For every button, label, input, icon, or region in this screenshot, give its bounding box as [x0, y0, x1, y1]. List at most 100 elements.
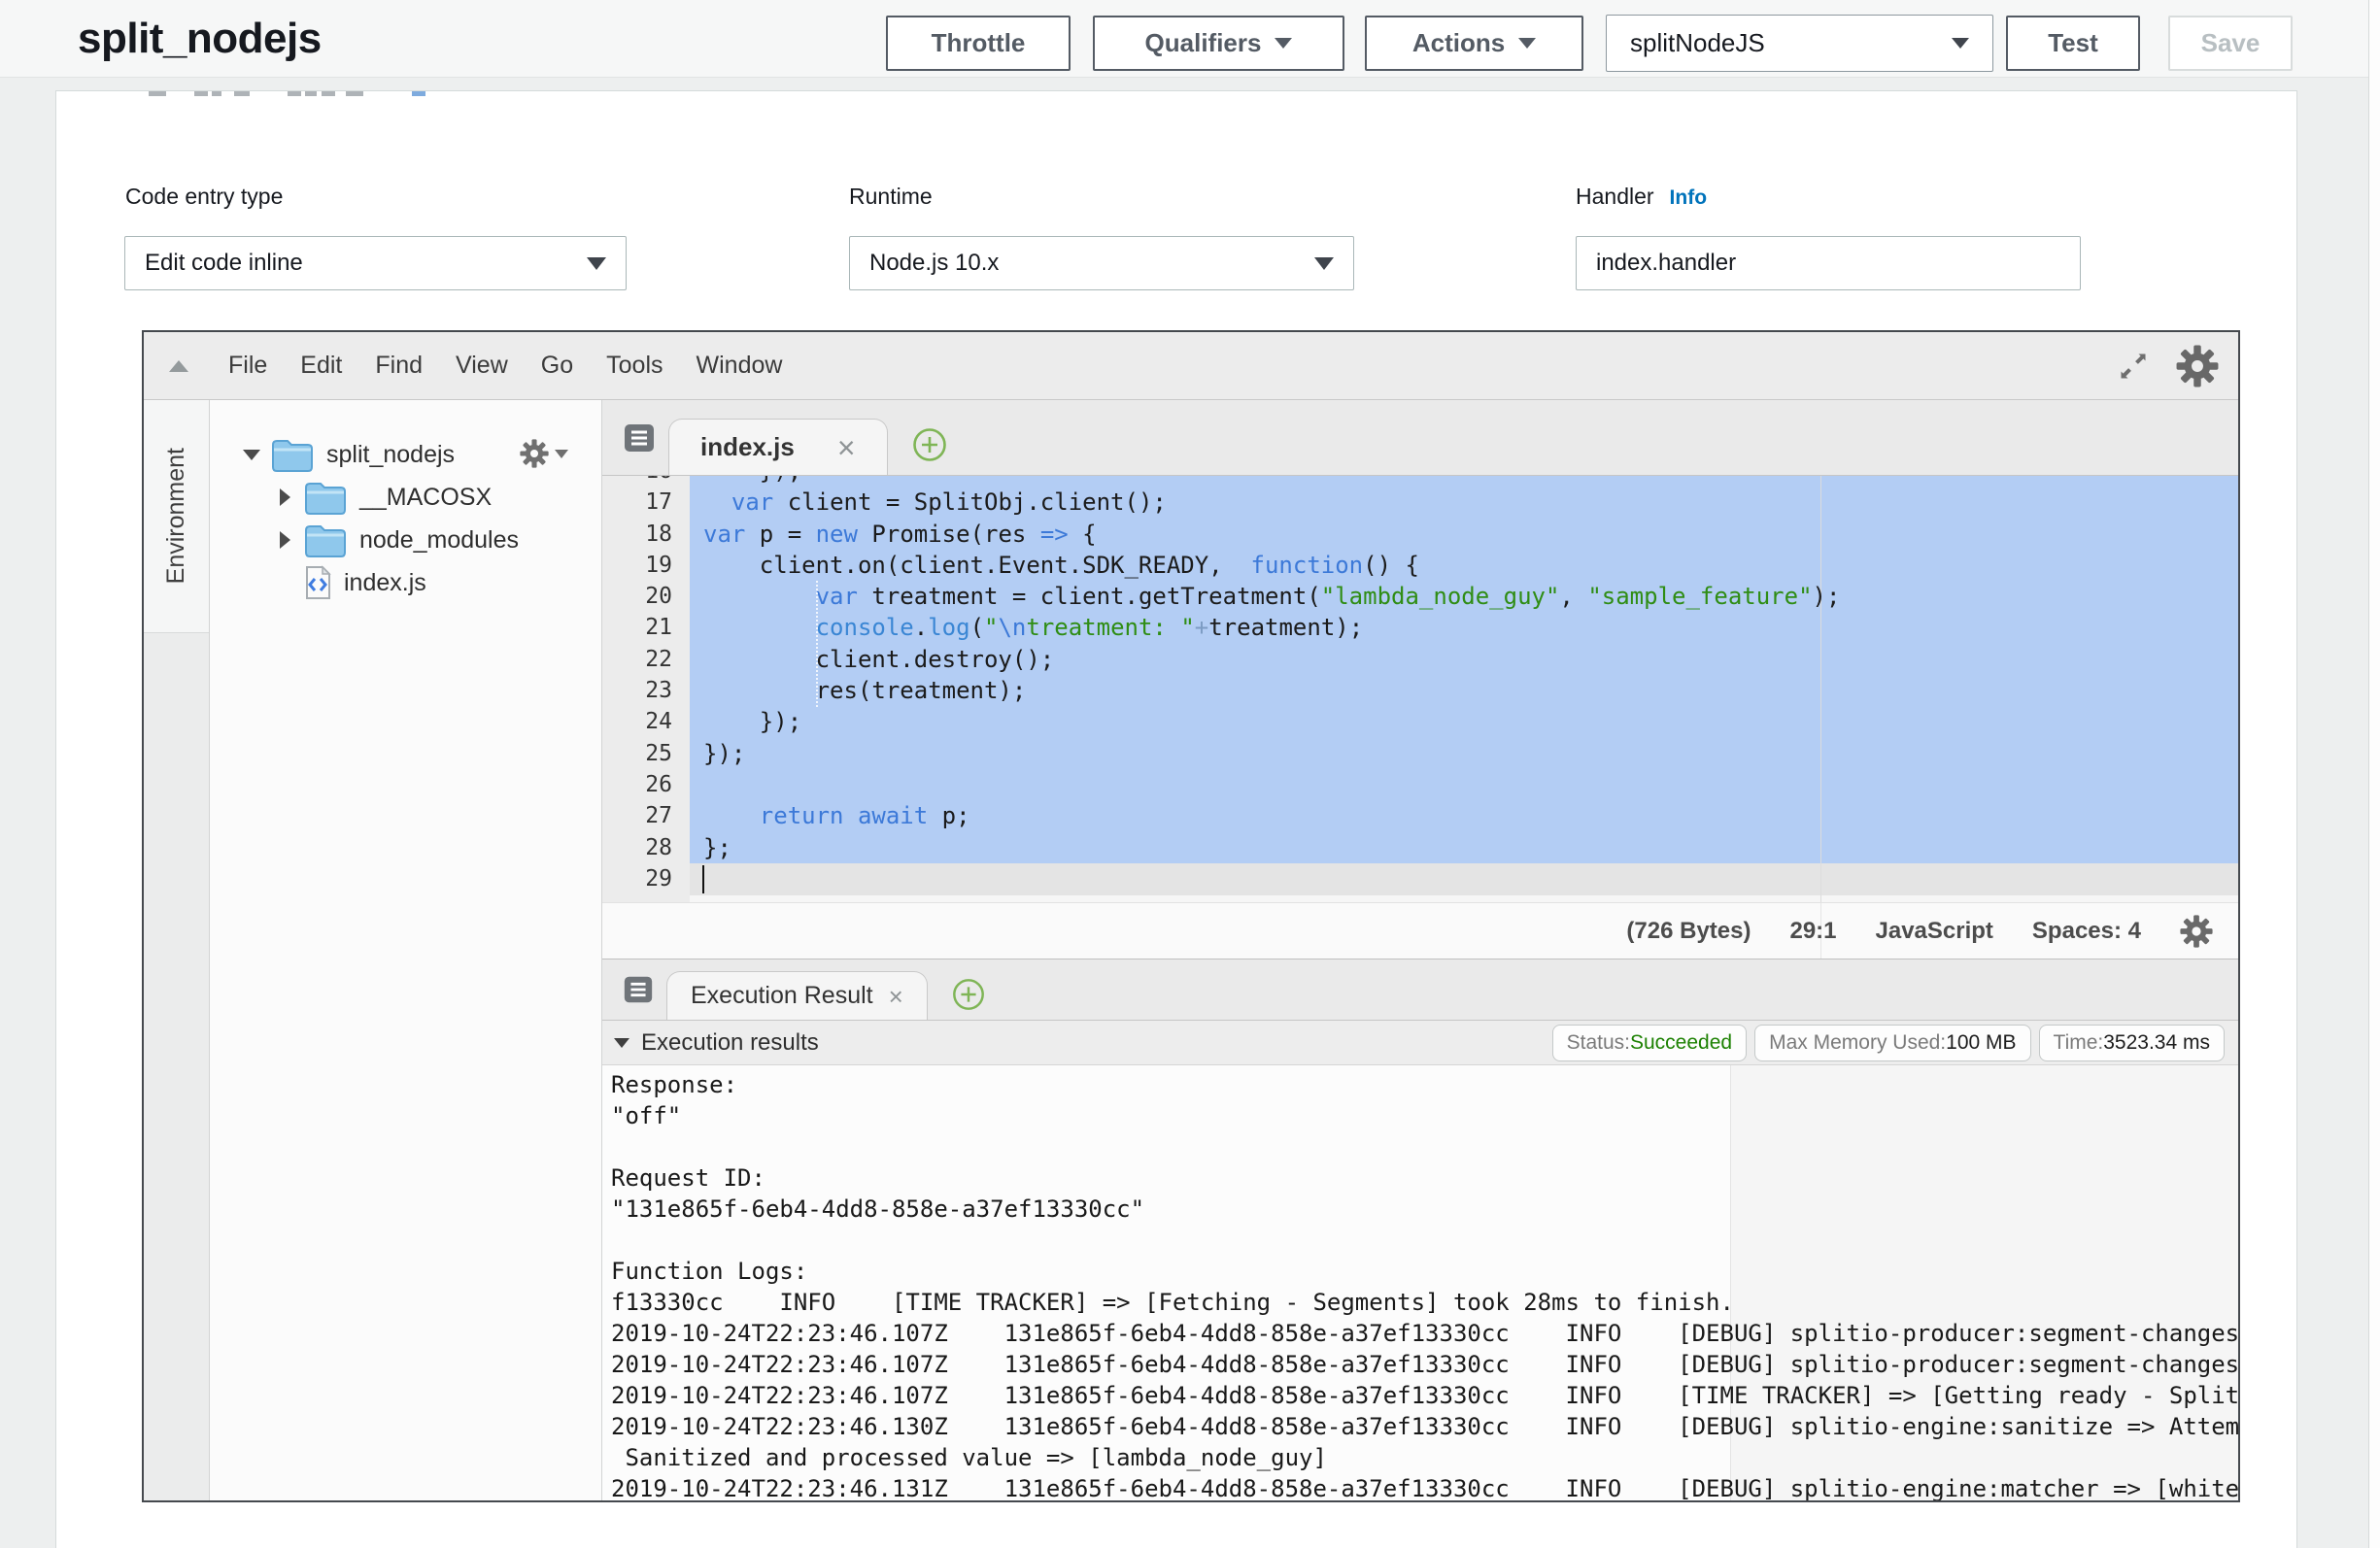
code-tabbar: index.js ×	[602, 400, 2238, 476]
log-line: 2019-10-24T22:23:46.107Z 131e865f-6eb4-4…	[611, 1318, 2238, 1349]
gutter-line-number[interactable]: 25	[602, 738, 690, 769]
menu-item-view[interactable]: View	[439, 352, 525, 380]
menubar-items: FileEditFindViewGoToolsWindow	[212, 352, 799, 380]
expand-caret-icon[interactable]	[272, 531, 297, 549]
environment-tab[interactable]: Environment	[144, 400, 209, 633]
code-line-20: var treatment = client.getTreatment("lam…	[703, 581, 2238, 612]
gutter-line-number[interactable]: 22	[602, 644, 690, 675]
chevron-down-icon	[1952, 38, 1969, 49]
gutter-line-number[interactable]: 28	[602, 832, 690, 863]
code-editor: FileEditFindViewGoToolsWindow Enviro	[142, 330, 2240, 1502]
tree-item-label: split_nodejs	[326, 441, 455, 469]
menu-item-file[interactable]: File	[212, 352, 284, 380]
environment-strip: Environment	[144, 400, 210, 1500]
js-file-icon	[303, 565, 332, 600]
gutter-line-number[interactable]: 27	[602, 800, 690, 831]
environment-tab-label: Environment	[162, 448, 190, 584]
test-event-selected-value: splitNodeJS	[1630, 28, 1765, 58]
close-tab-icon[interactable]: ×	[889, 984, 903, 1009]
log-line: f13330cc INFO [TIME TRACKER] => [Fetchin…	[611, 1287, 2238, 1318]
actions-button[interactable]: Actions	[1365, 16, 1583, 71]
code-entry-type-label: Code entry type	[125, 184, 283, 210]
status-badge: Max Memory Used: 100 MB	[1754, 1025, 2030, 1061]
code-line-21: console.log("\ntreatment: "+treatment);	[703, 612, 2238, 643]
qualifiers-button-label: Qualifiers	[1145, 28, 1262, 58]
collapse-caret-icon[interactable]	[239, 450, 264, 460]
collapse-editor-icon[interactable]	[169, 360, 188, 372]
folder-icon	[303, 522, 348, 557]
code-entry-type-select[interactable]: Edit code inline	[124, 236, 627, 290]
code-pane[interactable]: 1617181920212223242526272829 }); var cli…	[602, 476, 2238, 902]
tab-list-icon[interactable]	[622, 421, 657, 455]
qualifiers-button[interactable]: Qualifiers	[1093, 16, 1344, 71]
page-scrollbar[interactable]	[2369, 0, 2380, 1548]
menu-item-go[interactable]: Go	[525, 352, 590, 380]
code-line-24: });	[703, 706, 2238, 737]
gutter-line-number[interactable]: 24	[602, 706, 690, 737]
gutter-line-number[interactable]: 19	[602, 550, 690, 581]
log-line: 2019-10-24T22:23:46.130Z 131e865f-6eb4-4…	[611, 1411, 2238, 1442]
log-line: "131e865f-6eb4-4dd8-858e-a37ef13330cc"	[611, 1194, 2238, 1225]
indentation-status[interactable]: Spaces: 4	[2032, 918, 2141, 945]
log-line: Function Logs:	[611, 1256, 2238, 1287]
tab-list-icon[interactable]	[622, 973, 655, 1006]
editor-main-column: index.js × 1617181920212223242526272829 …	[602, 400, 2238, 1500]
tree-item-label: __MACOSX	[359, 484, 492, 512]
new-tab-icon[interactable]	[911, 426, 948, 463]
editor-settings-gear-icon[interactable]	[2176, 345, 2219, 387]
new-tab-icon[interactable]	[951, 977, 986, 1012]
handler-label: Handler Info	[1576, 184, 1707, 210]
runtime-select[interactable]: Node.js 10.x	[849, 236, 1354, 290]
gutter-column[interactable]: 1617181920212223242526272829	[602, 476, 690, 902]
log-line: 2019-10-24T22:23:46.107Z 131e865f-6eb4-4…	[611, 1349, 2238, 1380]
gutter-line-number[interactable]: 16	[602, 476, 690, 487]
throttle-button[interactable]: Throttle	[886, 16, 1071, 71]
gutter-line-number[interactable]: 23	[602, 675, 690, 706]
menu-item-find[interactable]: Find	[358, 352, 439, 380]
code-line-18: var p = new Promise(res => {	[703, 519, 2238, 550]
tree-item-index-js[interactable]: index.js	[210, 561, 601, 604]
tree-settings-gear-icon[interactable]	[520, 439, 568, 468]
collapse-caret-icon	[614, 1038, 629, 1048]
tree-item-split-nodejs[interactable]: split_nodejs	[210, 433, 601, 476]
execution-log-pane[interactable]: Response:"off" Request ID:"131e865f-6eb4…	[602, 1065, 2238, 1500]
language-mode-status[interactable]: JavaScript	[1876, 918, 1993, 945]
close-tab-icon[interactable]: ×	[837, 432, 856, 463]
status-badge: Status: Succeeded	[1552, 1025, 1747, 1061]
code-line-29	[703, 863, 2238, 894]
code-line-28: };	[703, 832, 2238, 863]
code-text-column[interactable]: }); var client = SplitObj.client();var p…	[690, 476, 2238, 902]
gutter-line-number[interactable]: 29	[602, 863, 690, 894]
code-line-23: res(treatment);	[703, 675, 2238, 706]
statusbar-settings-gear-icon[interactable]	[2180, 915, 2213, 948]
gutter-line-number[interactable]: 21	[602, 612, 690, 643]
gutter-line-number[interactable]: 26	[602, 769, 690, 800]
gutter-line-number[interactable]: 18	[602, 519, 690, 550]
status-badge: Time: 3523.34 ms	[2039, 1025, 2225, 1061]
results-tabbar: Execution Result ×	[602, 959, 2238, 1021]
log-line	[611, 1131, 2238, 1162]
handler-info-link[interactable]: Info	[1670, 186, 1707, 210]
fullscreen-icon[interactable]	[2116, 349, 2151, 384]
code-line-17: var client = SplitObj.client();	[703, 487, 2238, 518]
chevron-down-icon	[1518, 38, 1536, 49]
gutter-line-number[interactable]: 20	[602, 581, 690, 612]
test-event-select[interactable]: splitNodeJS	[1606, 15, 1993, 72]
expand-caret-icon[interactable]	[272, 488, 297, 506]
tab-execution-result[interactable]: Execution Result ×	[666, 971, 928, 1020]
tree-item-node-modules[interactable]: node_modules	[210, 519, 601, 561]
menu-item-tools[interactable]: Tools	[590, 352, 679, 380]
handler-input[interactable]	[1596, 250, 2060, 277]
save-button[interactable]: Save	[2168, 16, 2293, 71]
runtime-value: Node.js 10.x	[869, 250, 999, 277]
tree-item--macosx[interactable]: __MACOSX	[210, 476, 601, 519]
test-button[interactable]: Test	[2006, 16, 2140, 71]
tab-index-js[interactable]: index.js ×	[668, 419, 888, 475]
file-size-status: (726 Bytes)	[1626, 918, 1751, 945]
handler-field-box	[1576, 236, 2081, 290]
execution-results-toggle[interactable]: Execution results	[614, 1029, 819, 1057]
chevron-down-icon	[587, 257, 606, 270]
gutter-line-number[interactable]: 17	[602, 487, 690, 518]
menu-item-window[interactable]: Window	[680, 352, 799, 380]
menu-item-edit[interactable]: Edit	[284, 352, 358, 380]
